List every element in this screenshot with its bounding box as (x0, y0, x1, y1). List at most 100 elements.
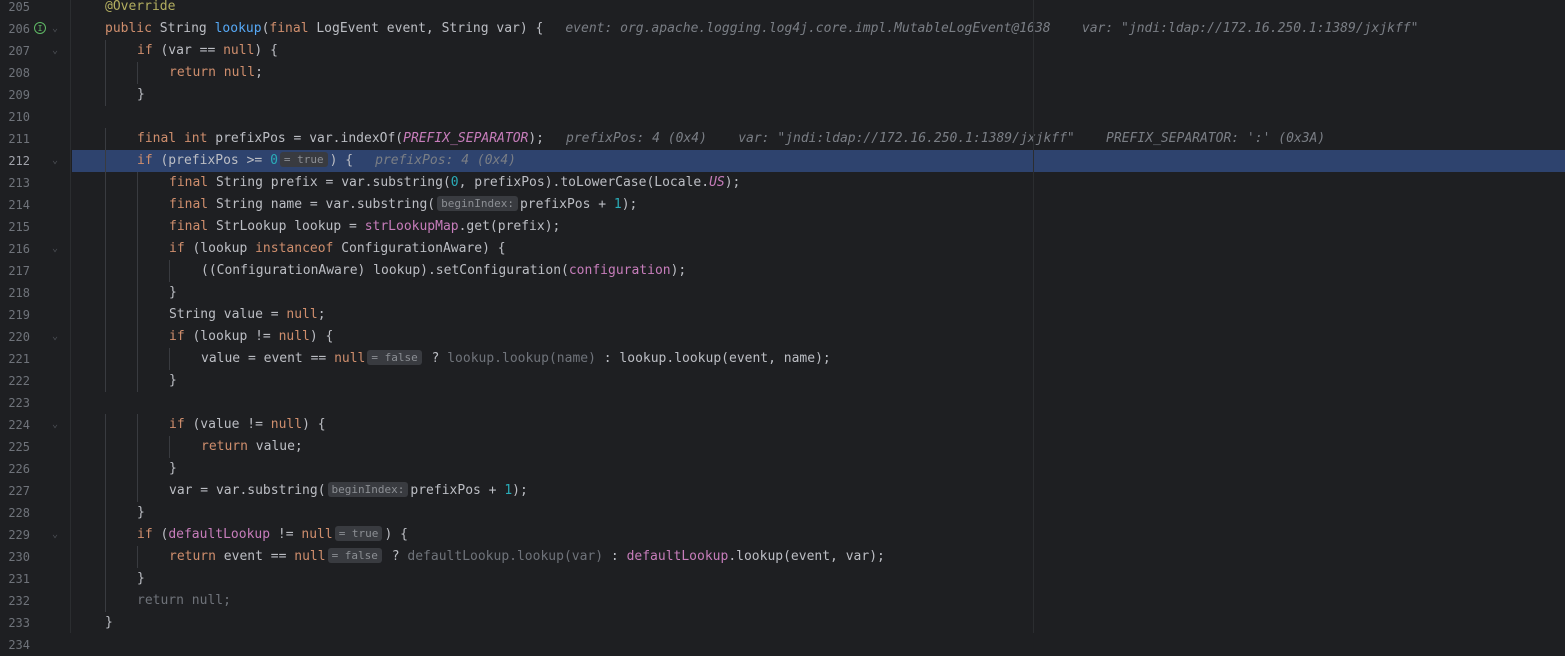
gutter[interactable]: 212 ⌄ (0, 150, 70, 172)
code-line[interactable]: 228} (0, 502, 1565, 524)
line-number[interactable]: 213 (4, 172, 30, 194)
line-number[interactable]: 224 (4, 414, 30, 436)
line-number[interactable]: 233 (4, 612, 30, 634)
fold-chevron-icon[interactable]: ⌄ (52, 238, 58, 260)
code-content[interactable]: } (72, 84, 1565, 106)
code-content[interactable]: } (72, 370, 1565, 392)
gutter[interactable]: 211 (0, 128, 70, 150)
code-line[interactable]: 232 return null; (0, 590, 1565, 612)
code-line[interactable]: 224 ⌄ if (value != null) { (0, 414, 1565, 436)
line-number[interactable]: 231 (4, 568, 30, 590)
code-content[interactable]: public String lookup(final LogEvent even… (72, 18, 1565, 40)
code-editor[interactable]: 205 @Override 206 I ⌄ public String lookup(fi… (0, 0, 1565, 656)
code-line[interactable]: 208 return null; (0, 62, 1565, 84)
line-number[interactable]: 219 (4, 304, 30, 326)
fold-chevron-icon[interactable]: ⌄ (52, 326, 58, 348)
fold-chevron-icon[interactable]: ⌄ (52, 414, 58, 436)
gutter[interactable]: 209 (0, 84, 70, 106)
gutter[interactable]: 210 (0, 106, 70, 128)
line-number[interactable]: 220 (4, 326, 30, 348)
code-line[interactable]: 216 ⌄ if (lookup instanceof ConfigurationA… (0, 238, 1565, 260)
gutter[interactable]: 217 (0, 260, 70, 282)
code-line[interactable]: 226} (0, 458, 1565, 480)
code-line[interactable]: 217 ((ConfigurationAware) lookup).setConf… (0, 260, 1565, 282)
code-line[interactable]: 231} (0, 568, 1565, 590)
fold-chevron-icon[interactable]: ⌄ (52, 524, 58, 546)
line-number[interactable]: 228 (4, 502, 30, 524)
code-content[interactable]: } (72, 282, 1565, 304)
code-line[interactable]: 214 final String name = var.substring(beg… (0, 194, 1565, 216)
code-line[interactable]: 207 ⌄ if (var == null) { (0, 40, 1565, 62)
code-content[interactable]: if (var == null) { (72, 40, 1565, 62)
gutter[interactable]: 216 ⌄ (0, 238, 70, 260)
code-line[interactable]: 218} (0, 282, 1565, 304)
line-number[interactable]: 221 (4, 348, 30, 370)
code-content[interactable]: final String name = var.substring(beginI… (72, 194, 1565, 216)
code-line[interactable]: 219 String value = null; (0, 304, 1565, 326)
gutter[interactable]: 213 (0, 172, 70, 194)
gutter[interactable]: 228 (0, 502, 70, 524)
implements-method-icon[interactable]: I (34, 22, 46, 34)
gutter[interactable]: 230 (0, 546, 70, 568)
code-line[interactable]: 223 (0, 392, 1565, 414)
code-content[interactable]: ((ConfigurationAware) lookup).setConfigu… (72, 260, 1565, 282)
gutter[interactable]: 207 ⌄ (0, 40, 70, 62)
line-number[interactable]: 222 (4, 370, 30, 392)
gutter[interactable]: 220 ⌄ (0, 326, 70, 348)
code-content[interactable] (72, 392, 1565, 414)
code-line[interactable]: 221 value = event == null = false ? lookup… (0, 348, 1565, 370)
code-content[interactable]: final String prefix = var.substring(0, p… (72, 172, 1565, 194)
line-number[interactable]: 214 (4, 194, 30, 216)
code-content[interactable]: final int prefixPos = var.indexOf(PREFIX… (72, 128, 1565, 150)
gutter[interactable]: 225 (0, 436, 70, 458)
code-content[interactable]: } (72, 568, 1565, 590)
line-number[interactable]: 225 (4, 436, 30, 458)
code-content[interactable]: } (72, 458, 1565, 480)
code-content[interactable]: var = var.substring(beginIndex: prefixPos… (72, 480, 1565, 502)
line-number[interactable]: 209 (4, 84, 30, 106)
code-line[interactable]: 229 ⌄ if (defaultLookup != null = true) { (0, 524, 1565, 546)
code-content[interactable] (72, 106, 1565, 128)
line-number[interactable]: 215 (4, 216, 30, 238)
line-number[interactable]: 211 (4, 128, 30, 150)
line-number[interactable]: 210 (4, 106, 30, 128)
gutter[interactable]: 215 (0, 216, 70, 238)
gutter[interactable]: 208 (0, 62, 70, 84)
code-line[interactable]: 225 return value; (0, 436, 1565, 458)
code-content[interactable]: if (defaultLookup != null = true) { (72, 524, 1565, 546)
gutter[interactable]: 214 (0, 194, 70, 216)
code-line[interactable]: 220 ⌄ if (lookup != null) { (0, 326, 1565, 348)
code-line[interactable]: 205 @Override (0, 0, 1565, 18)
gutter[interactable]: 234 (0, 634, 70, 656)
code-content[interactable]: @Override (72, 0, 1565, 18)
line-number[interactable]: 212 (4, 150, 30, 172)
code-line[interactable]: 215 final StrLookup lookup = strLookupMap… (0, 216, 1565, 238)
code-content[interactable]: return null; (72, 62, 1565, 84)
line-number[interactable]: 230 (4, 546, 30, 568)
code-content[interactable]: return event == null = false ? defaultLoo… (72, 546, 1565, 568)
code-content[interactable]: final StrLookup lookup = strLookupMap.ge… (72, 216, 1565, 238)
code-line[interactable]: 211 final int prefixPos = var.indexOf(PRE… (0, 128, 1565, 150)
code-line[interactable]: 230 return event == null = false ? default… (0, 546, 1565, 568)
line-number[interactable]: 217 (4, 260, 30, 282)
gutter[interactable]: 224 ⌄ (0, 414, 70, 436)
line-number[interactable]: 232 (4, 590, 30, 612)
line-number[interactable]: 227 (4, 480, 30, 502)
gutter[interactable]: 229 ⌄ (0, 524, 70, 546)
line-number[interactable]: 218 (4, 282, 30, 304)
fold-chevron-icon[interactable]: ⌄ (52, 150, 58, 172)
fold-chevron-icon[interactable]: ⌄ (52, 18, 58, 40)
line-number[interactable]: 216 (4, 238, 30, 260)
gutter[interactable]: 223 (0, 392, 70, 414)
line-number[interactable]: 208 (4, 62, 30, 84)
code-line[interactable]: 227 var = var.substring(beginIndex: prefix… (0, 480, 1565, 502)
line-number[interactable]: 205 (4, 0, 30, 18)
code-content[interactable]: return value; (72, 436, 1565, 458)
line-number[interactable]: 207 (4, 40, 30, 62)
gutter[interactable]: 226 (0, 458, 70, 480)
gutter[interactable]: 233 (0, 612, 70, 634)
code-line[interactable]: 206 I ⌄ public String lookup(final LogEvent… (0, 18, 1565, 40)
line-number[interactable]: 226 (4, 458, 30, 480)
line-number[interactable]: 223 (4, 392, 30, 414)
code-line[interactable]: 222} (0, 370, 1565, 392)
